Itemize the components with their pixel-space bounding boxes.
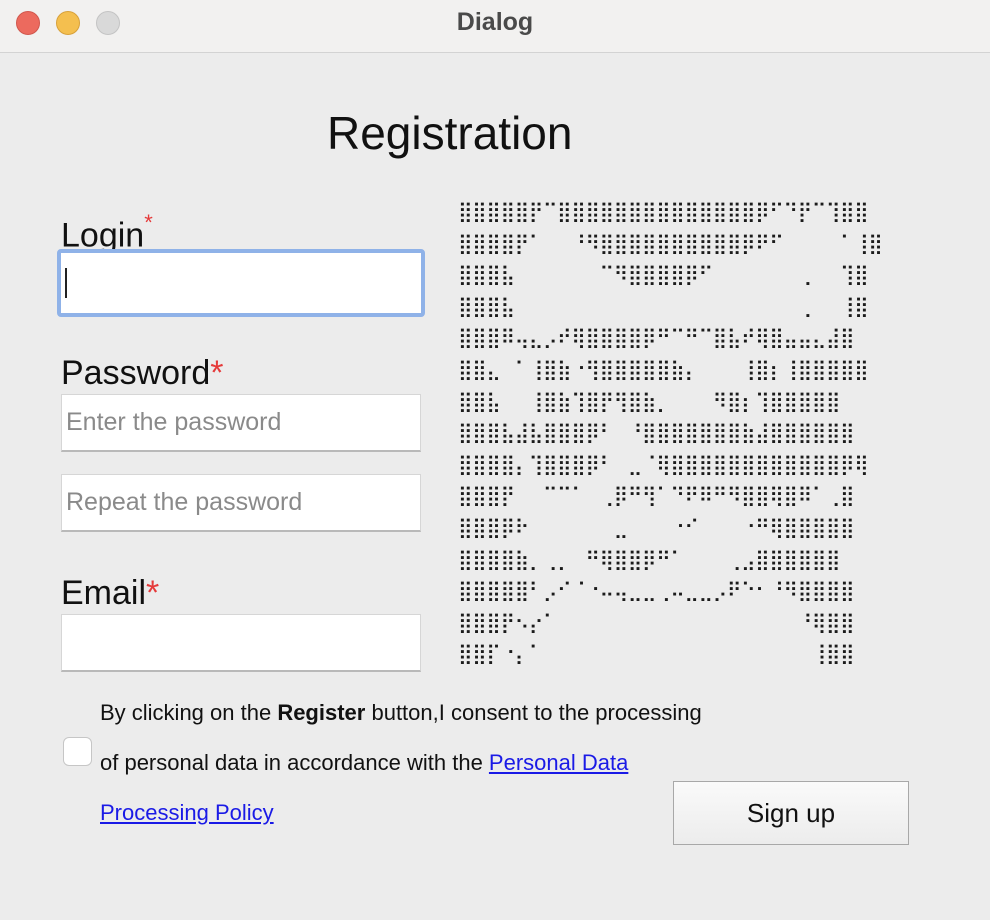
- login-required-mark: *: [144, 210, 153, 235]
- privacy-policy-link[interactable]: Processing Policy: [100, 800, 274, 825]
- sign-up-button[interactable]: Sign up: [673, 781, 909, 845]
- window-title: Dialog: [456, 8, 534, 36]
- email-input[interactable]: [61, 614, 421, 672]
- repeat-password-input[interactable]: [61, 474, 421, 532]
- email-label-text: Email: [61, 574, 147, 612]
- text-caret: [65, 268, 67, 298]
- page-title: Registration: [327, 107, 573, 159]
- privacy-policy-link[interactable]: Personal Data: [489, 750, 628, 775]
- password-label-text: Password: [61, 354, 211, 392]
- login-input[interactable]: [57, 249, 425, 317]
- captcha-image: ⣿⣿⣿⣿⣿⡟⠉⣿⣿⣿⣿⣿⣿⣿⣿⣿⣿⣿⣿⣿⣿⡿⠋⠙⡟⠉⢹⣿⣿ ⣿⣿⣿⣿⡟⠁⠀⠀⠘⠻…: [458, 199, 883, 666]
- password-required-mark: *: [210, 354, 224, 392]
- email-required-mark: *: [146, 574, 160, 612]
- email-label: Email*: [61, 574, 159, 613]
- password-label: Password*: [61, 354, 224, 393]
- consent-text: By clicking on the: [100, 700, 278, 725]
- consent-text-line-3: Processing Policy: [100, 800, 274, 826]
- title-bar: Dialog: [0, 0, 990, 53]
- consent-checkbox[interactable]: [63, 737, 92, 766]
- consent-text-line-1: By clicking on the Register button,I con…: [100, 700, 702, 726]
- password-input[interactable]: [61, 394, 421, 452]
- consent-text: of personal data in accordance with the: [100, 750, 489, 775]
- consent-text: button,I consent to the processing: [365, 700, 702, 725]
- consent-register-word: Register: [277, 700, 366, 725]
- consent-text-line-2: of personal data in accordance with the …: [100, 750, 628, 776]
